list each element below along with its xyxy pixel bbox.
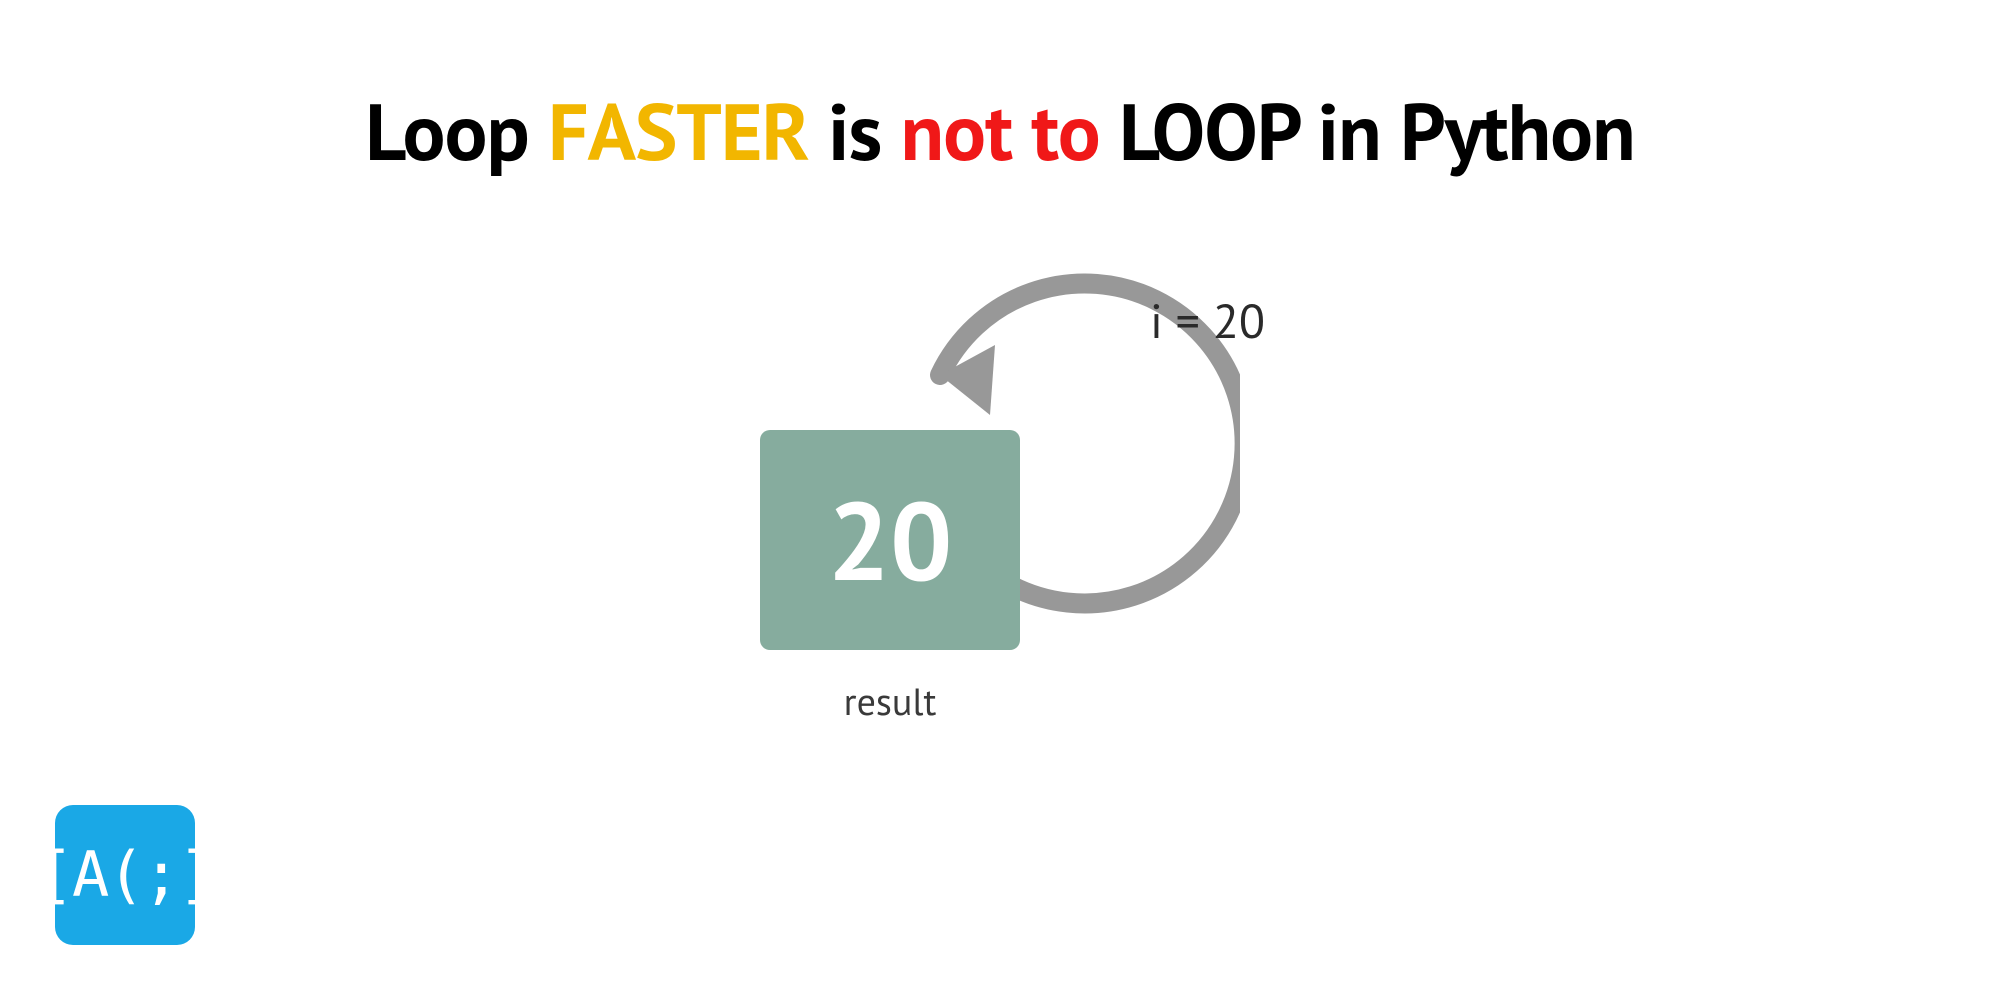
headline-word-loop: Loop <box>365 80 528 183</box>
headline-word-not-to: not to <box>901 80 1100 183</box>
headline-word-rest: LOOP in Python <box>1119 80 1635 183</box>
loop-diagram: 20 result i = 20 <box>720 295 1340 815</box>
headline-word-is: is <box>828 80 881 183</box>
result-label: result <box>760 677 1020 726</box>
brand-logo-text: [A(;] <box>37 844 214 906</box>
iteration-label: i = 20 <box>1150 290 1265 352</box>
result-value: 20 <box>828 469 953 611</box>
headline: Loop FASTER is not to LOOP in Python <box>0 80 2000 183</box>
headline-word-faster: FASTER <box>548 80 809 183</box>
brand-logo: [A(;] <box>55 805 195 945</box>
result-box: 20 <box>760 430 1020 650</box>
